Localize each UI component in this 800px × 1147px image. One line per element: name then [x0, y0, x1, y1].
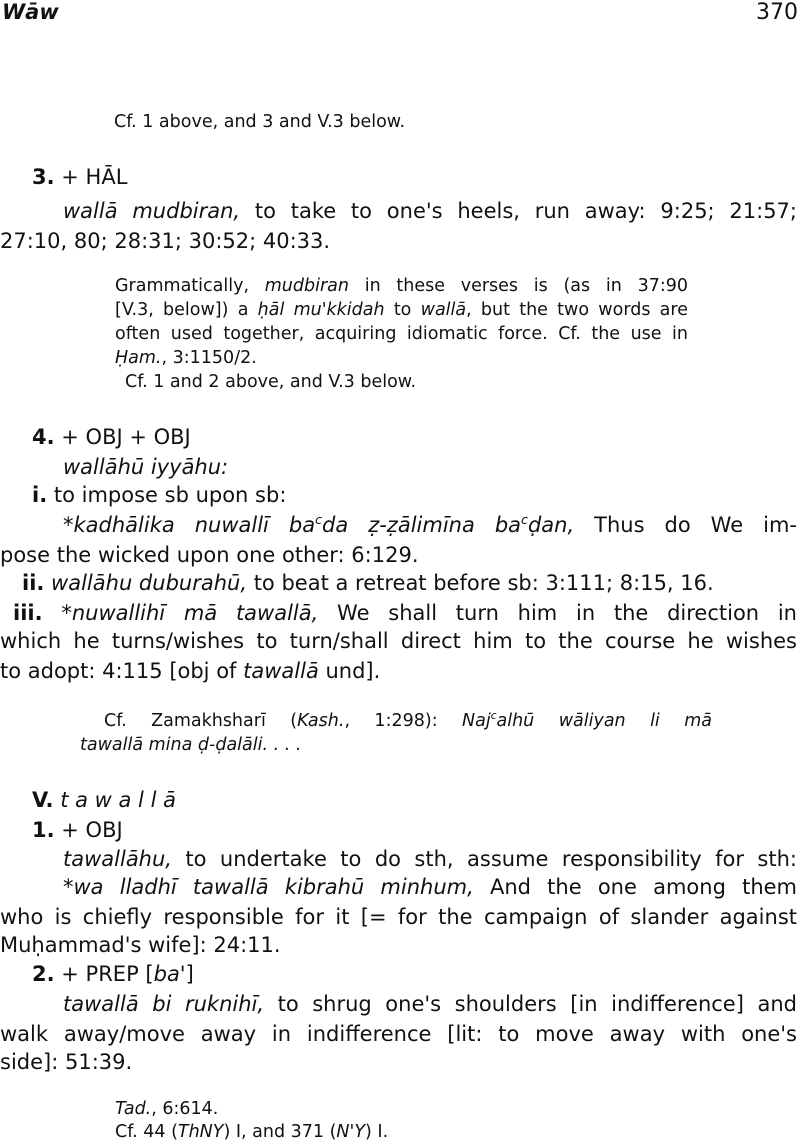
text-line: *wa lladhī tawallā kibrahū minhum, And t… — [63, 875, 798, 899]
note-line: Cf. Zamakhsharī (Kash., 1:298): Najcalhū… — [104, 710, 713, 731]
note-line: Tad., 6:614. — [115, 1099, 219, 1119]
text-line: who is chiefly responsible for it [= for… — [0, 905, 797, 929]
text-line: to adopt: 4:115 [obj of tawallā und]. — [0, 659, 381, 683]
page-number: 370 — [756, 0, 798, 25]
text-line: side]: 51:39. — [0, 1050, 133, 1074]
text-line: Cf. 1 above, and 3 and V.3 below. — [114, 112, 406, 132]
note-line: [V.3, below]) a ḥāl mu'kkidah to wallā, … — [115, 300, 688, 320]
note-line: Cf. 1 and 2 above, and V.3 below. — [125, 372, 417, 392]
text-line: *kadhālika nuwallī bacda ẓ-ẓālimīna bacḍ… — [63, 512, 797, 537]
text-line: i. to impose sb upon sb: — [32, 483, 287, 507]
subentry-heading: 1. + OBJ — [32, 818, 123, 842]
text-line: wallāhū iyyāhu: — [63, 455, 229, 479]
note-line: Cf. 44 (ThNY) I, and 371 (N'Y) I. — [115, 1122, 389, 1142]
text-line: 27:10, 80; 28:31; 30:52; 40:33. — [0, 229, 331, 253]
text-line: tawallā bi ruknihī, to shrug one's shoul… — [63, 992, 797, 1016]
subentry-heading: 2. + PREP [ba'] — [32, 962, 194, 986]
note-line: tawallā mina ḍ-ḍalāli. . . . — [80, 735, 302, 755]
note-line: Ḥam., 3:1150/2. — [115, 348, 257, 368]
text-line: pose the wicked upon one other: 6:129. — [0, 543, 419, 567]
text-line: Muḥammad's wife]: 24:11. — [0, 933, 281, 957]
text-line: wallā mudbiran, to take to one's heels, … — [63, 199, 797, 223]
note-line: often used together, acquiring idiomatic… — [115, 324, 688, 344]
note-line: Grammatically, mudbiran in these verses … — [115, 276, 688, 296]
text-line: iii. *nuwallihī mā tawallā, We shall tur… — [13, 601, 797, 625]
text-line: tawallāhu, to undertake to do sth, assum… — [63, 847, 797, 871]
section-heading: V. t a w a l l ā — [32, 788, 176, 812]
text-line: which he turns/wishes to turn/shall dire… — [0, 629, 797, 653]
subentry-heading: 4. + OBJ + OBJ — [32, 425, 191, 449]
subentry-heading: 3. + HĀL — [32, 165, 128, 189]
text-line: ii. wallāhu duburahū, to beat a retreat … — [22, 571, 714, 595]
text-line: walk away/move away in indifference [lit… — [0, 1022, 797, 1046]
running-head: Wāw — [2, 0, 59, 24]
